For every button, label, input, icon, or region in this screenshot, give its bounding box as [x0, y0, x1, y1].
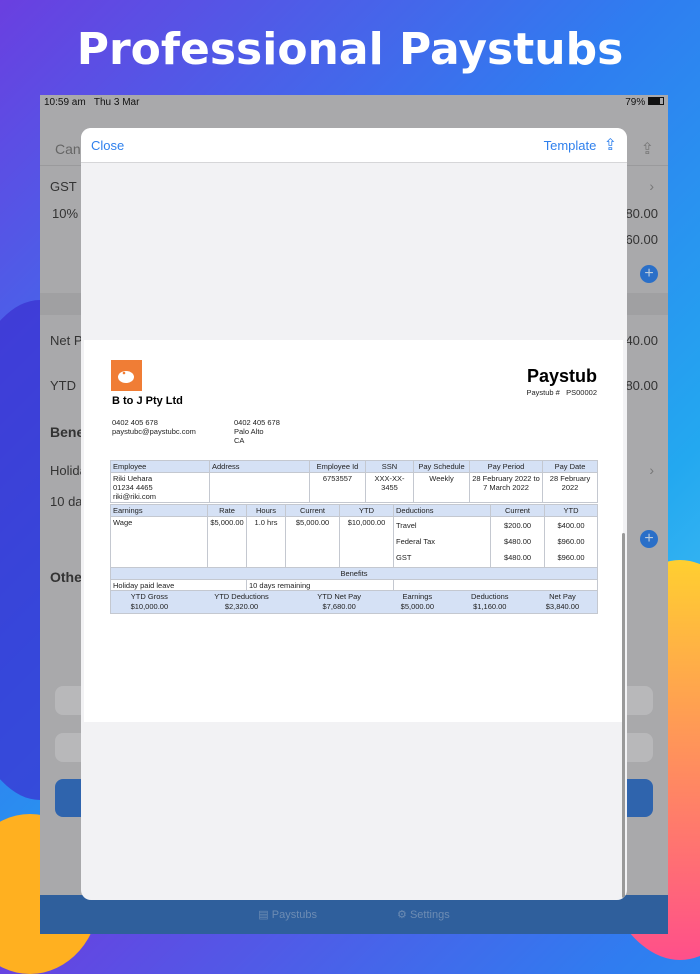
deduction-ytd: $400.00	[557, 521, 585, 530]
status-date: Thu 3 Mar	[93, 97, 140, 108]
address-cell	[209, 472, 310, 503]
earning-rate: $5,000.00	[207, 516, 247, 568]
summary-label: Earnings	[402, 592, 433, 601]
battery-percent: 79%	[625, 97, 646, 108]
deduction-ytd: $960.00	[557, 537, 585, 546]
share-icon[interactable]: ⇪	[641, 139, 654, 159]
th: Current	[285, 504, 340, 517]
summary-table: YTD Gross $10,000.00 YTD Deductions $2,320…	[109, 590, 598, 614]
th: Rate	[207, 504, 247, 517]
share-icon[interactable]: ⇪	[604, 137, 617, 154]
amount: 80.00	[625, 378, 658, 393]
employee-table: Employee Address Employee Id SSN Pay Schedul…	[110, 460, 598, 503]
chevron-right-icon[interactable]: ›	[649, 178, 654, 194]
headline: Professional Paystubs	[76, 24, 624, 75]
pay-schedule: Weekly	[413, 472, 470, 503]
deduction-name: GST	[396, 553, 412, 562]
th: SSN	[365, 460, 414, 473]
paystub-preview-modal: Close Template ⇪ B to J Pty Ltd 0402 405…	[81, 128, 627, 900]
employee-id: 6753557	[309, 472, 366, 503]
summary-value: $10,000.00	[130, 602, 169, 611]
company-name: B to J Pty Ltd	[112, 395, 183, 407]
chevron-right-icon[interactable]: ›	[649, 462, 654, 478]
employee-name: Riki Uehara	[113, 474, 153, 483]
status-bar: 10:59 am Thu 3 Mar 79%	[40, 95, 668, 111]
document-icon: ▤	[258, 909, 269, 921]
deduction-ytd: $960.00	[557, 553, 585, 562]
summary-label: YTD Deductions	[214, 592, 269, 601]
company-logo	[111, 360, 142, 391]
earning-hours: 1.0 hrs	[246, 516, 286, 568]
th: Earnings	[110, 504, 208, 517]
address-phone: 0402 405 678	[234, 418, 280, 427]
tab-label: Settings	[409, 909, 450, 921]
earning-ytd: $10,000.00	[339, 516, 394, 568]
ytd-label: YTD	[50, 378, 76, 393]
summary-value: $2,320.00	[224, 602, 259, 611]
summary-label: YTD Net Pay	[317, 592, 362, 601]
th: Hours	[246, 504, 286, 517]
th: Employee Id	[309, 460, 366, 473]
battery-icon	[648, 97, 664, 105]
pay-date: 28 February 2022	[542, 472, 598, 503]
deduction-current: $200.00	[503, 521, 532, 530]
th: Pay Period	[469, 460, 543, 473]
modal-header: Close Template ⇪	[81, 128, 627, 163]
th: Pay Date	[542, 460, 598, 473]
ssn: XXX-XX-3455	[365, 472, 414, 503]
add-icon[interactable]: +	[640, 530, 658, 548]
amount: 60.00	[625, 232, 658, 247]
th: YTD	[339, 504, 394, 517]
th: Pay Schedule	[413, 460, 470, 473]
th: YTD	[544, 504, 598, 517]
pay-period: 28 February 2022 to 7 March 2022	[469, 472, 543, 503]
address-state: CA	[234, 436, 245, 445]
template-button[interactable]: Template	[544, 138, 597, 153]
tab-paystubs[interactable]: ▤ Paystubs	[258, 908, 317, 921]
company-email: paystubc@paystubc.com	[112, 427, 196, 436]
employee-phone: 01234 4465	[113, 483, 153, 492]
benefits-header: Bene	[50, 424, 85, 440]
summary-value: $5,000.00	[400, 602, 435, 611]
earnings-table: Earnings Rate Hours Current YTD Deductions Cur…	[110, 504, 598, 592]
summary-label: Net Pay	[549, 592, 576, 601]
summary-value: $7,680.00	[322, 602, 356, 611]
other-header: Othe	[50, 569, 82, 585]
employee-email: riki@riki.com	[113, 492, 157, 501]
deduction-current: $480.00	[503, 537, 532, 546]
summary-value: $3,840.00	[545, 602, 580, 611]
th: Address	[209, 460, 310, 473]
amount: 80.00	[625, 206, 658, 221]
tab-bar: ▤ Paystubs ⚙ Settings	[40, 895, 668, 934]
th: Deductions	[393, 504, 491, 517]
benefits-header: Benefits	[110, 567, 598, 580]
th: Current	[490, 504, 545, 517]
gst-label: GST	[50, 179, 77, 194]
status-time: 10:59 am	[44, 97, 86, 108]
amount: 40.00	[625, 333, 658, 348]
summary-value: $1,160.00	[473, 602, 507, 611]
deduction-name: Federal Tax	[396, 537, 436, 546]
gst-rate: 10%	[52, 206, 79, 221]
paystub-title: Paystub	[526, 366, 597, 386]
add-icon[interactable]: +	[640, 265, 658, 283]
earning-name: Wage	[110, 516, 208, 568]
summary-label: YTD Gross	[130, 592, 168, 601]
tab-label: Paystubs	[271, 909, 318, 921]
scrollbar[interactable]	[622, 533, 625, 898]
deduction-current: $480.00	[503, 553, 532, 562]
close-button[interactable]: Close	[91, 138, 124, 153]
tab-settings[interactable]: ⚙ Settings	[397, 908, 450, 921]
paystub-document: B to J Pty Ltd 0402 405 678 paystubc@pays…	[84, 340, 623, 722]
gear-icon: ⚙	[397, 909, 407, 921]
address-city: Palo Alto	[234, 427, 264, 436]
paystub-number: PS00002	[566, 388, 597, 397]
company-phone: 0402 405 678	[112, 418, 158, 427]
th: Employee	[110, 460, 210, 473]
deduction-name: Travel	[396, 521, 417, 530]
earning-current: $5,000.00	[285, 516, 340, 568]
summary-label: Deductions	[471, 592, 509, 601]
paystub-number-label: Paystub #	[526, 388, 560, 397]
